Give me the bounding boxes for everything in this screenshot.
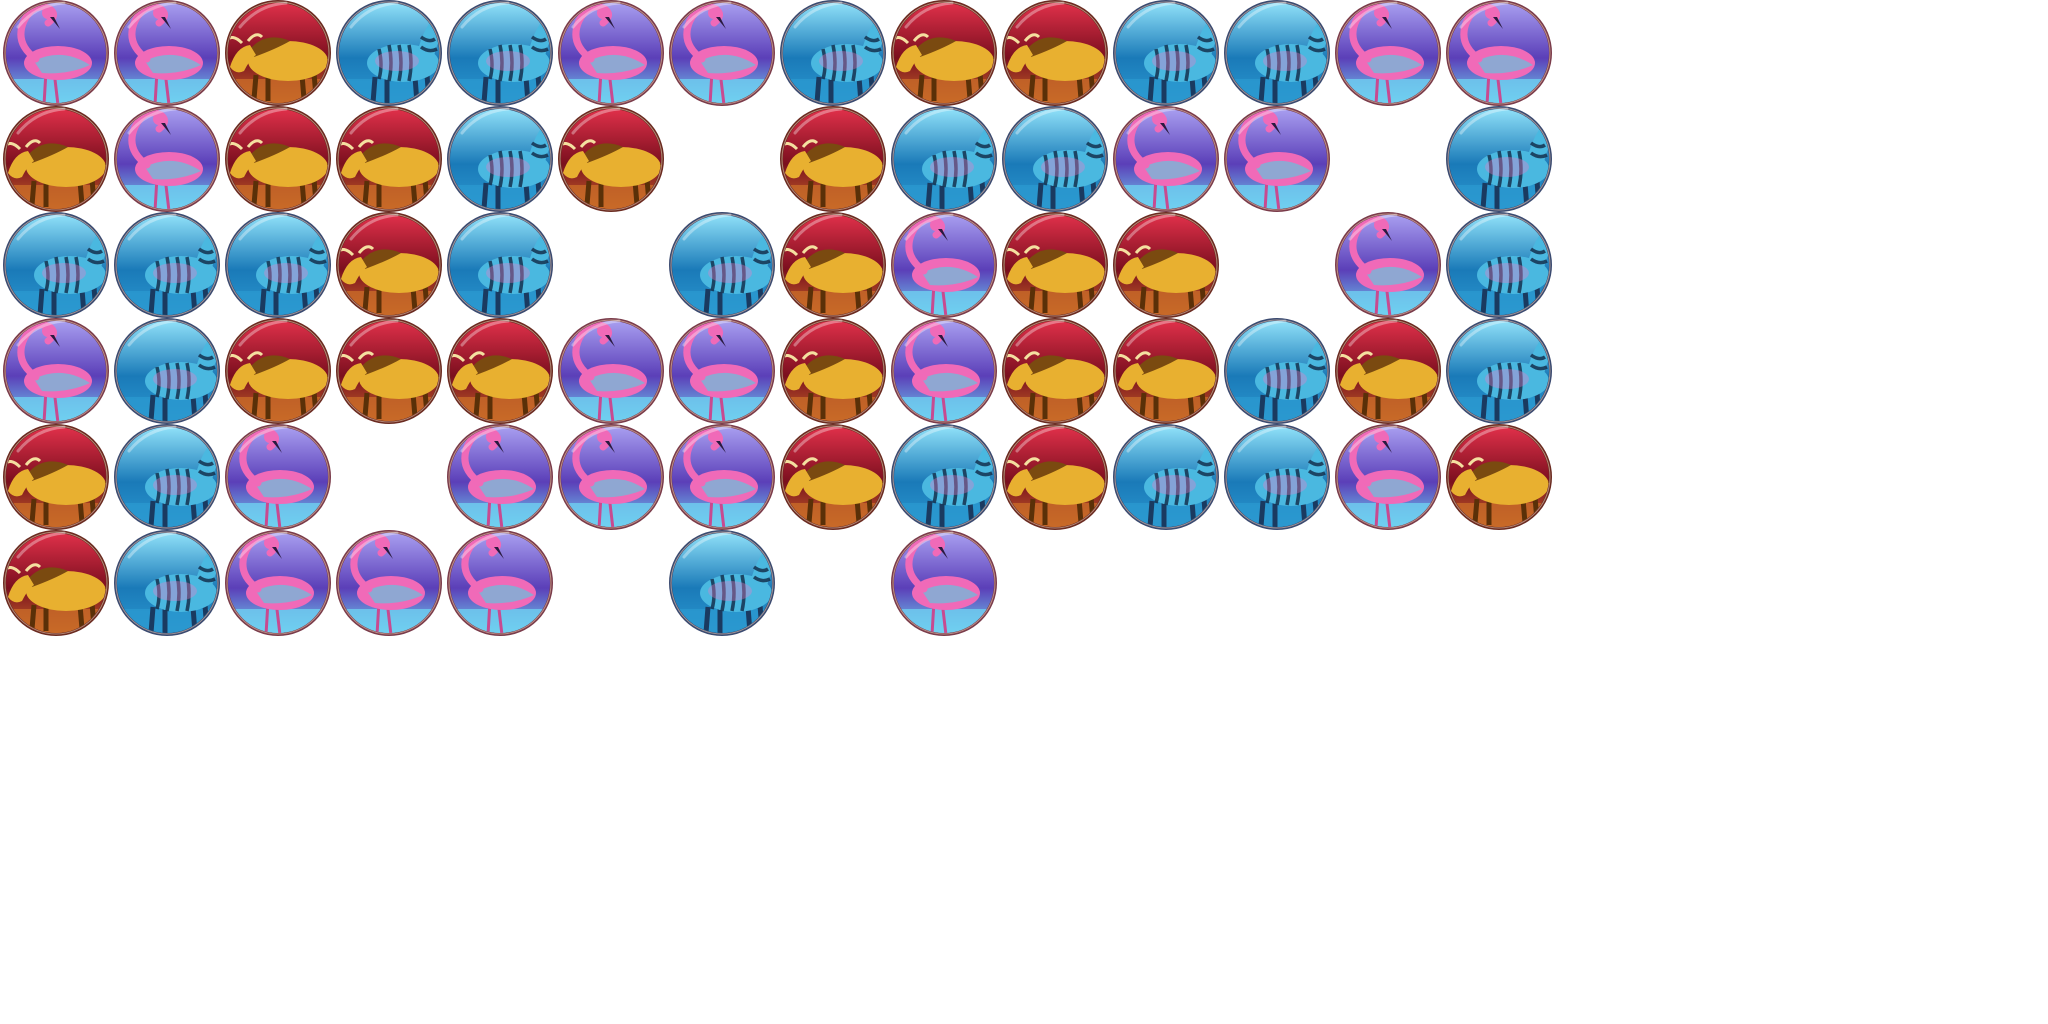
flamingo-symbol — [872, 513, 1016, 653]
flamingo-symbol — [428, 513, 572, 653]
zebra-icon — [669, 530, 775, 636]
zebra-symbol — [650, 513, 794, 653]
flamingo-icon — [447, 530, 553, 636]
wildebeest-icon — [1446, 424, 1552, 530]
wildebeest-symbol — [1427, 407, 1571, 547]
flamingo-icon — [891, 530, 997, 636]
symbol-sprite-sheet — [0, 0, 2048, 1024]
